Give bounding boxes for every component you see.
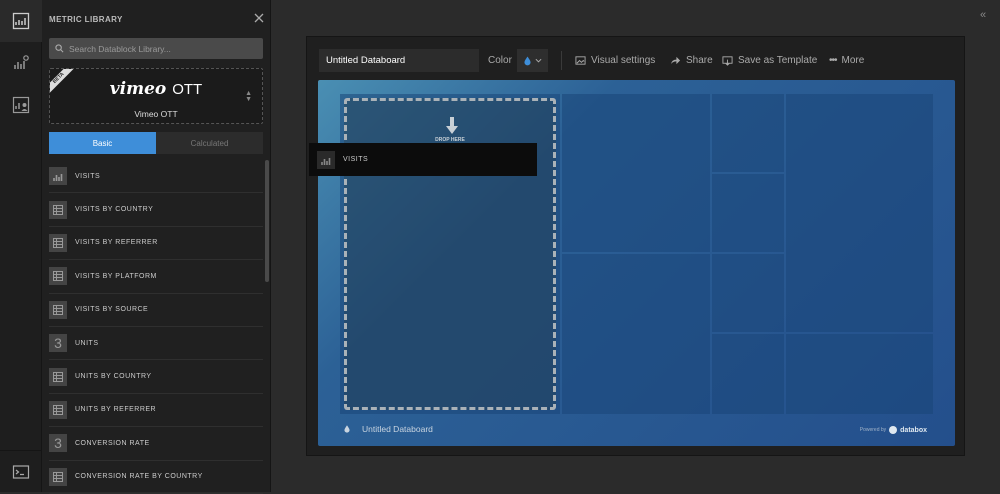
- list-item[interactable]: VISITS: [49, 160, 263, 194]
- color-picker-button[interactable]: [517, 49, 548, 72]
- image-icon: [575, 56, 586, 65]
- custom-metric-rail-button[interactable]: [0, 42, 42, 84]
- search-icon: [55, 44, 64, 53]
- list-item[interactable]: VISITS BY REFERRER: [49, 227, 263, 261]
- metric-label: CONVERSION RATE BY COUNTRY: [75, 473, 203, 481]
- metric-label: UNITS BY REFERRER: [75, 406, 157, 414]
- tab-calculated[interactable]: Calculated: [156, 132, 263, 154]
- list-item[interactable]: VISITS BY SOURCE: [49, 294, 263, 327]
- databoard-canvas: DROP HERE Untitled Databoard Powered by …: [318, 80, 955, 446]
- terminal-icon: [12, 464, 30, 479]
- grid-slot[interactable]: [712, 174, 784, 252]
- powered-by-databox: Powered by databox: [859, 426, 927, 434]
- data-source-selector[interactable]: BETA vimeo OTT Vimeo OTT ▲ ▼: [49, 68, 263, 124]
- metric-label: VISITS BY REFERRER: [75, 239, 158, 247]
- databoard-grid: DROP HERE: [340, 94, 933, 414]
- table-icon: [49, 467, 67, 486]
- icon-rail: [0, 0, 42, 492]
- grid-slot[interactable]: [712, 254, 784, 332]
- share-button[interactable]: Share: [670, 55, 713, 66]
- metric-type-tabs: Basic Calculated: [49, 132, 263, 154]
- list-item[interactable]: VISITS BY PLATFORM: [49, 260, 263, 294]
- toolbar-divider: [561, 51, 562, 70]
- share-icon: [670, 56, 681, 65]
- number-icon: 3: [49, 334, 67, 353]
- list-item[interactable]: UNITS BY REFERRER: [49, 394, 263, 428]
- save-as-template-button[interactable]: Save as Template: [722, 55, 817, 66]
- databoard-name-input[interactable]: [319, 49, 479, 72]
- droplet-icon: [523, 56, 531, 65]
- metric-label: CONVERSION RATE: [75, 439, 150, 447]
- data-source-name: Vimeo OTT: [134, 109, 178, 119]
- list-item[interactable]: 3 CONVERSION RATE: [49, 427, 263, 461]
- chart-icon: [49, 167, 67, 186]
- grid-slot[interactable]: [562, 94, 710, 252]
- panel-title: METRIC LIBRARY: [49, 15, 123, 24]
- console-button[interactable]: [0, 450, 42, 492]
- board-footer: Untitled Databoard: [344, 424, 433, 434]
- close-icon[interactable]: [252, 11, 266, 25]
- metric-list: VISITS VISITS BY COUNTRY VISITS BY REFER…: [49, 160, 263, 494]
- grid-slot[interactable]: [786, 334, 933, 414]
- template-icon: [722, 56, 733, 66]
- tab-basic[interactable]: Basic: [49, 132, 156, 154]
- metric-label: VISITS BY SOURCE: [75, 306, 149, 314]
- scrollbar[interactable]: [265, 160, 269, 282]
- table-icon: [49, 233, 67, 252]
- board-footer-title: Untitled Databoard: [362, 424, 433, 434]
- metric-label: UNITS BY COUNTRY: [75, 373, 152, 381]
- color-label: Color: [488, 55, 512, 66]
- visual-settings-button[interactable]: Visual settings: [575, 55, 655, 66]
- search-box[interactable]: [49, 38, 263, 59]
- list-item[interactable]: CONVERSION RATE BY COUNTRY: [49, 461, 263, 494]
- dots-icon: •••: [829, 55, 837, 66]
- number-icon: 3: [49, 434, 67, 453]
- dragged-metric-label: VISITS: [343, 156, 369, 163]
- more-button[interactable]: ••• More: [829, 55, 864, 66]
- collapse-icon[interactable]: «: [980, 9, 986, 21]
- arrow-down-icon: [446, 117, 458, 134]
- metric-label: VISITS: [75, 172, 101, 180]
- list-item[interactable]: UNITS BY COUNTRY: [49, 360, 263, 394]
- search-input[interactable]: [69, 43, 259, 54]
- metric-label: VISITS BY PLATFORM: [75, 272, 157, 280]
- grid-slot[interactable]: [712, 94, 784, 172]
- table-icon: [49, 367, 67, 386]
- databox-logo-icon: [889, 426, 898, 434]
- chart-icon: [317, 150, 335, 169]
- droplet-icon: [344, 425, 350, 433]
- databoard-editor: Color Visual settings Share Save as Temp…: [306, 36, 965, 456]
- list-item[interactable]: VISITS BY COUNTRY: [49, 193, 263, 227]
- user-metric-rail-button[interactable]: [0, 84, 42, 126]
- metric-library-panel: METRIC LIBRARY BETA vimeo OTT Vimeo OTT …: [42, 0, 271, 494]
- grid-slot[interactable]: [562, 254, 710, 414]
- chart-library-icon: [12, 12, 30, 30]
- metric-label: VISITS BY COUNTRY: [75, 206, 154, 214]
- chart-user-icon: [12, 96, 30, 114]
- grid-slot[interactable]: [786, 94, 933, 332]
- chart-settings-icon: [14, 55, 29, 69]
- table-icon: [49, 267, 67, 286]
- dragged-metric[interactable]: VISITS: [309, 143, 537, 176]
- metric-library-rail-button[interactable]: [0, 0, 42, 42]
- chevron-updown-icon: ▲ ▼: [245, 90, 252, 103]
- table-icon: [49, 400, 67, 419]
- chevron-down-icon: [535, 58, 541, 63]
- metric-label: UNITS: [75, 339, 99, 347]
- vimeo-ott-logo: vimeo OTT: [109, 79, 203, 99]
- list-item[interactable]: 3 UNITS: [49, 327, 263, 361]
- grid-slot[interactable]: [712, 334, 784, 414]
- table-icon: [49, 200, 67, 219]
- table-icon: [49, 300, 67, 319]
